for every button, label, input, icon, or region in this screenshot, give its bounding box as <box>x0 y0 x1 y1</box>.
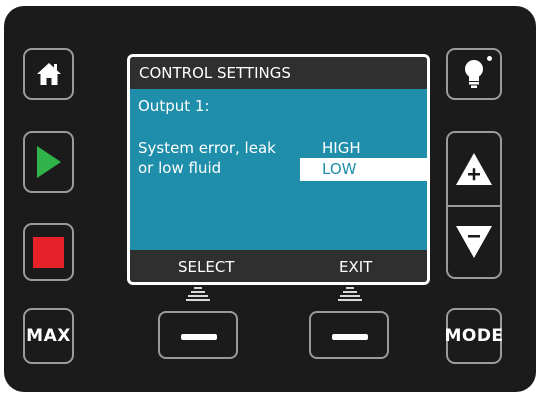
option-high[interactable]: HIGH <box>322 139 361 158</box>
max-label: MAX <box>26 326 71 346</box>
softkey-right-label: EXIT <box>339 258 373 276</box>
softkey-left-label: SELECT <box>178 258 235 276</box>
home-icon <box>36 63 61 85</box>
stop-button[interactable] <box>23 223 74 281</box>
increase-button[interactable] <box>448 133 500 205</box>
light-button[interactable] <box>446 48 502 100</box>
option-low[interactable]: LOW <box>322 160 356 179</box>
dash-icon <box>332 334 368 340</box>
play-button[interactable] <box>23 131 74 193</box>
max-button[interactable]: MAX <box>23 308 74 364</box>
adjust-rocker <box>446 131 502 279</box>
stop-icon <box>33 236 64 268</box>
lcd-screen: CONTROL SETTINGS Output 1: System error,… <box>127 54 430 285</box>
decrease-button[interactable] <box>448 207 500 277</box>
mode-label: MODE <box>444 326 504 346</box>
home-button[interactable] <box>23 48 74 100</box>
setting-description-line2: or low fluid <box>138 159 222 177</box>
mode-button[interactable]: MODE <box>444 308 504 364</box>
softkey-left-marker <box>186 285 210 303</box>
screen-title: CONTROL SETTINGS <box>130 57 427 89</box>
lightbulb-icon <box>465 60 483 88</box>
minus-triangle-icon <box>456 226 492 258</box>
dash-icon <box>181 334 217 340</box>
control-panel: MAX MODE CONTROL SETTINGS Output 1: Syst… <box>4 6 536 392</box>
softkey-right-marker <box>338 285 362 303</box>
light-indicator-dot <box>487 56 492 61</box>
setting-description-line1: System error, leak <box>138 139 276 157</box>
plus-triangle-icon <box>456 153 492 185</box>
softkey-exit-button[interactable] <box>309 311 389 359</box>
output-label: Output 1: <box>138 97 210 115</box>
option-low-highlight[interactable] <box>300 158 427 181</box>
screen-footer: SELECT EXIT <box>130 250 427 282</box>
play-icon <box>36 146 61 178</box>
softkey-select-button[interactable] <box>158 311 238 359</box>
